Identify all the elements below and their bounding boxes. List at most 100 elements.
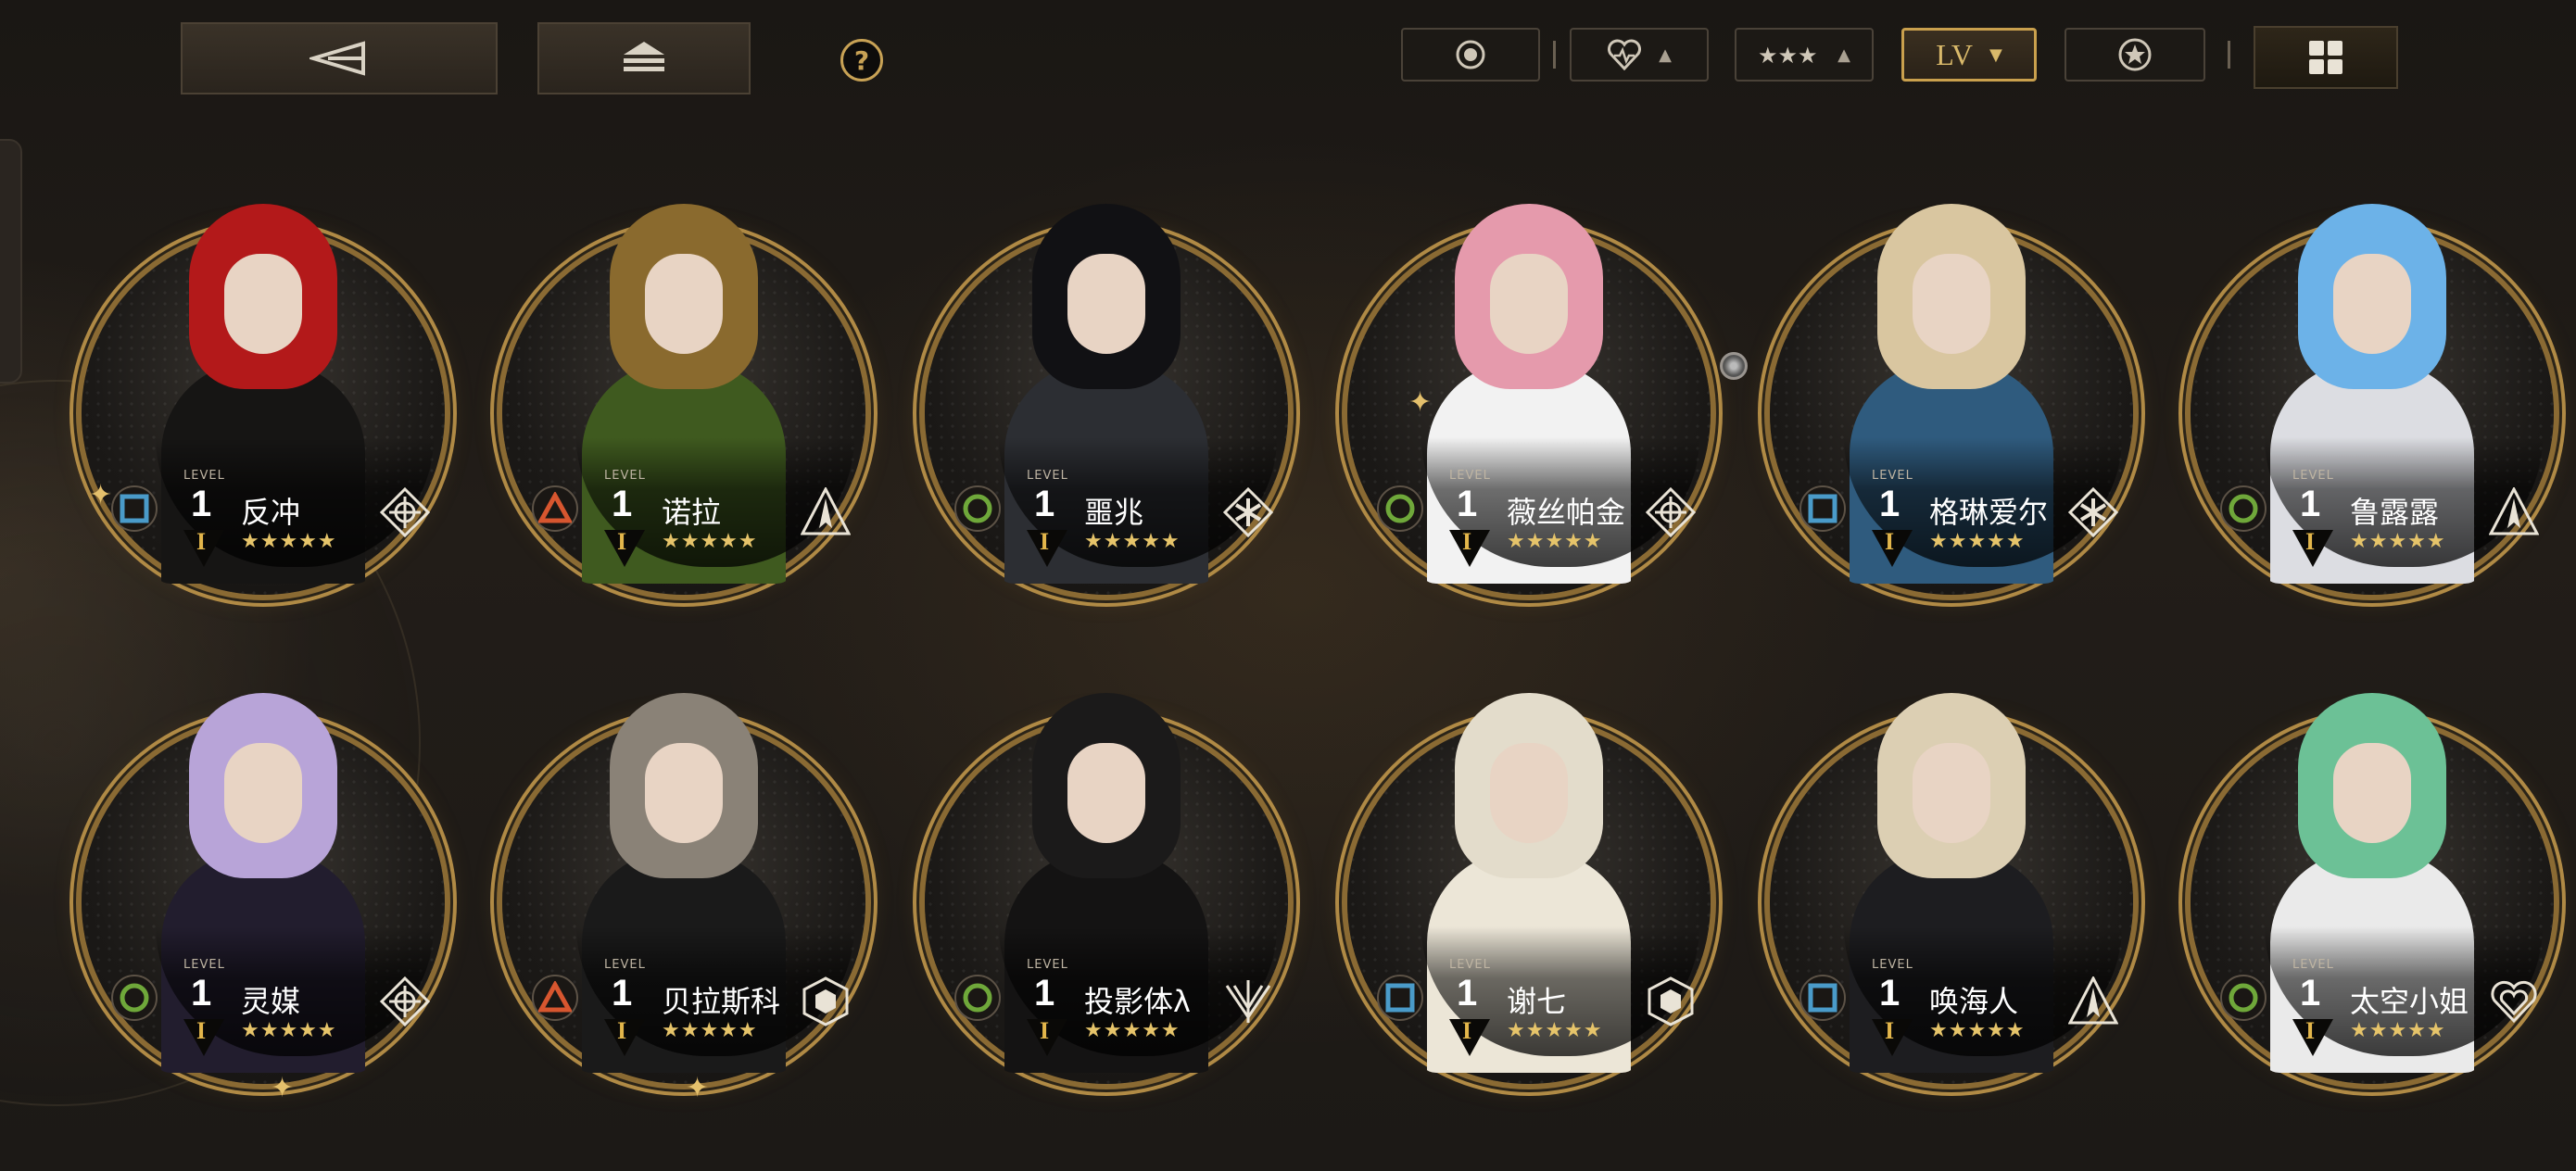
- character-info: LEVEL 1 I 格琳爱尔 ★★★★★: [1788, 437, 2159, 586]
- star-rating: ★★★★★: [1507, 1019, 1603, 1042]
- level-value: 1: [1457, 484, 1478, 524]
- character-card[interactable]: LEVEL 1 I 贝拉斯科 ★★★★★: [502, 684, 882, 1091]
- character-info: LEVEL 1 I 薇丝帕金 ★★★★★: [1366, 437, 1736, 586]
- rank-value: I: [1885, 1017, 1895, 1044]
- character-name: 鲁露露: [2350, 495, 2440, 530]
- character-card[interactable]: LEVEL 1 I 谢七 ★★★★★: [1347, 684, 1727, 1091]
- element-triangle-icon: [538, 492, 572, 523]
- stars-icon: ★★★: [1758, 43, 1818, 69]
- character-name: 唤海人: [1929, 984, 2019, 1019]
- character-info: LEVEL 1 I 谢七 ★★★★★: [1366, 926, 1736, 1075]
- character-card[interactable]: LEVEL 1 I 鲁露露 ★★★★★: [2191, 195, 2570, 602]
- level-tag: LEVEL: [2292, 469, 2334, 483]
- level-tag: LEVEL: [1027, 958, 1068, 972]
- level-value: 1: [1457, 973, 1478, 1014]
- element-triangle-icon: [538, 981, 572, 1013]
- element-square-icon: [1808, 983, 1837, 1013]
- crosshair-class-icon: [378, 975, 432, 1028]
- character-name: 格琳爱尔: [1929, 495, 2049, 530]
- level-tag: LEVEL: [183, 958, 225, 972]
- character-info: LEVEL 1 I 鲁露露 ★★★★★: [2209, 437, 2576, 586]
- character-card[interactable]: LEVEL 1 I 太空小姐 ★★★★★: [2191, 684, 2570, 1091]
- rank-value: I: [617, 528, 627, 555]
- character-card[interactable]: LEVEL 1 I 薇丝帕金 ★★★★★: [1347, 195, 1727, 602]
- rank-value: I: [1462, 1017, 1472, 1044]
- rank-value: I: [196, 1017, 207, 1044]
- filter-element-button[interactable]: [1401, 28, 1540, 82]
- rank-value: I: [2305, 528, 2316, 555]
- level-tag: LEVEL: [1872, 958, 1913, 972]
- hex-class-icon: [1644, 975, 1698, 1028]
- hex-class-icon: [799, 975, 852, 1028]
- character-card[interactable]: LEVEL 1 I 反冲 ★★★★★: [82, 195, 461, 602]
- character-card[interactable]: LEVEL 1 I 投影体λ ★★★★★: [925, 684, 1305, 1091]
- element-badge: [1799, 485, 1846, 532]
- help-button[interactable]: ?: [840, 39, 883, 82]
- character-info: LEVEL 1 I 噩兆 ★★★★★: [943, 437, 1314, 586]
- character-name: 灵媒: [241, 984, 301, 1019]
- star-badge-icon: [2118, 38, 2152, 71]
- character-card[interactable]: LEVEL 1 I 唤海人 ★★★★★: [1770, 684, 2150, 1091]
- character-name: 薇丝帕金: [1507, 495, 1626, 530]
- element-circle-icon: [963, 983, 992, 1013]
- sort-descending-icon: ▼: [1989, 44, 2002, 65]
- character-card[interactable]: LEVEL 1 I 格琳爱尔 ★★★★★: [1770, 195, 2150, 602]
- level-tag: LEVEL: [1027, 469, 1068, 483]
- character-name: 谢七: [1507, 984, 1567, 1019]
- level-tag: LEVEL: [604, 469, 646, 483]
- character-name: 诺拉: [662, 495, 722, 530]
- grid-view-icon: [2309, 41, 2342, 74]
- star-rating: ★★★★★: [1084, 530, 1181, 553]
- back-button[interactable]: [181, 22, 498, 94]
- sparkle-icon: ✦: [686, 1072, 710, 1104]
- home-button[interactable]: [537, 22, 751, 94]
- star-rating: ★★★★★: [662, 1019, 758, 1042]
- element-badge: [1377, 485, 1423, 532]
- sparkle-icon: ✦: [1408, 386, 1433, 419]
- sort-level-button[interactable]: LV ▼: [1901, 28, 2037, 82]
- element-badge: [532, 485, 578, 532]
- svg-text:★★★: ★★★: [1758, 43, 1818, 69]
- side-drawer-handle[interactable]: [0, 139, 22, 384]
- snowflake-class-icon: [1221, 485, 1275, 539]
- element-badge: [954, 975, 1001, 1021]
- level-value: 1: [1034, 484, 1055, 524]
- star-rating: ★★★★★: [1929, 530, 2026, 553]
- spike-class-icon: [2487, 485, 2541, 539]
- character-info: LEVEL 1 I 诺拉 ★★★★★: [521, 437, 891, 586]
- sort-ascending-icon: ▲: [1837, 44, 1850, 65]
- level-value: 1: [191, 484, 212, 524]
- level-value: 1: [2300, 973, 2321, 1014]
- sparkle-icon: ✦: [271, 1072, 295, 1104]
- filter-favorite-button[interactable]: [2065, 28, 2205, 82]
- home-stack-icon: [624, 42, 664, 71]
- character-info: LEVEL 1 I 投影体λ ★★★★★: [943, 926, 1314, 1075]
- level-value: 1: [191, 973, 212, 1014]
- character-card[interactable]: LEVEL 1 I 噩兆 ★★★★★: [925, 195, 1305, 602]
- sort-ascending-icon: ▲: [1659, 44, 1672, 65]
- character-roster-screen: ? ▲ ★★★ ▲ LV ▼ LEVEL 1 I 反冲 ★★★★★ LEVEL …: [0, 0, 2576, 1171]
- element-badge: [532, 975, 578, 1021]
- star-rating: ★★★★★: [241, 1019, 337, 1042]
- character-name: 反冲: [241, 495, 301, 530]
- star-rating: ★★★★★: [1084, 1019, 1181, 1042]
- grid-view-button[interactable]: [2254, 26, 2398, 89]
- sort-affinity-button[interactable]: ▲: [1570, 28, 1709, 82]
- rank-value: I: [196, 528, 207, 555]
- character-info: LEVEL 1 I 反冲 ★★★★★: [100, 437, 471, 586]
- character-card[interactable]: LEVEL 1 I 诺拉 ★★★★★: [502, 195, 882, 602]
- character-info: LEVEL 1 I 太空小姐 ★★★★★: [2209, 926, 2576, 1075]
- element-circle-icon: [2229, 983, 2258, 1013]
- character-info: LEVEL 1 I 贝拉斯科 ★★★★★: [521, 926, 891, 1075]
- spike-class-icon: [799, 485, 852, 539]
- level-value: 1: [1879, 973, 1900, 1014]
- crosshair-class-icon: [378, 485, 432, 539]
- level-value: 1: [612, 973, 633, 1014]
- rank-value: I: [617, 1017, 627, 1044]
- sort-rarity-button[interactable]: ★★★ ▲: [1735, 28, 1874, 82]
- element-circle-icon: [120, 983, 149, 1013]
- spike-class-icon: [2066, 975, 2120, 1028]
- sort-level-label: LV: [1936, 37, 1973, 71]
- star-rating: ★★★★★: [241, 530, 337, 553]
- character-card[interactable]: LEVEL 1 I 灵媒 ★★★★★: [82, 684, 461, 1091]
